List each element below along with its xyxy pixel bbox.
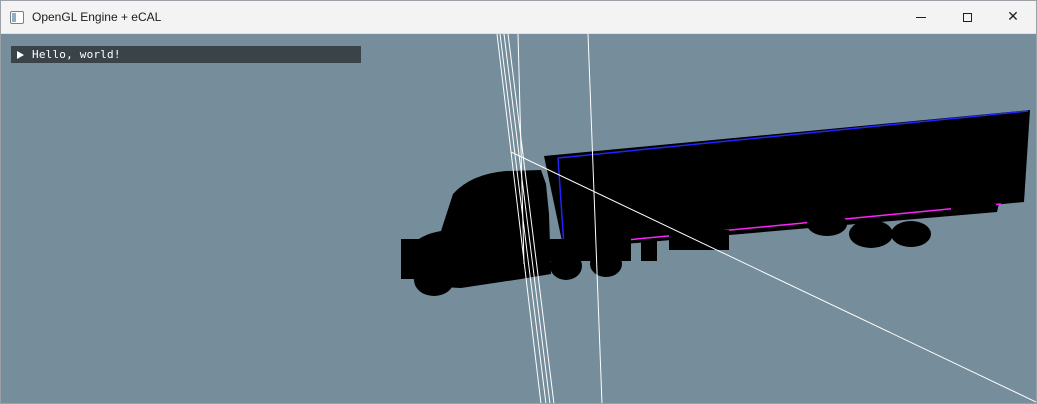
- maximize-button[interactable]: [944, 1, 990, 33]
- trailer-toolbox: [669, 230, 729, 250]
- truck-chassis: [541, 239, 631, 261]
- close-button[interactable]: ✕: [990, 1, 1036, 33]
- trailer-wheel-2: [849, 220, 893, 248]
- trailer-bumper: [951, 204, 996, 212]
- close-icon: ✕: [1007, 9, 1019, 25]
- trailer-landing-gear: [641, 239, 657, 261]
- title-bar[interactable]: OpenGL Engine + eCAL ✕: [1, 1, 1036, 34]
- app-window: OpenGL Engine + eCAL ✕ Hello, world!: [0, 0, 1037, 404]
- render-viewport[interactable]: Hello, world!: [1, 34, 1036, 403]
- minimize-button[interactable]: [898, 1, 944, 33]
- scene-canvas: [401, 34, 1036, 403]
- trailer-wheel-1: [807, 212, 847, 236]
- maximize-icon: [962, 12, 972, 22]
- expand-arrow-icon[interactable]: [17, 50, 24, 59]
- minimize-icon: [916, 16, 926, 18]
- window-controls: ✕: [898, 1, 1036, 33]
- app-window-icon: [10, 10, 24, 24]
- trailer-wheel-3: [891, 221, 931, 247]
- imgui-window-title: Hello, world!: [32, 48, 121, 61]
- window-title: OpenGL Engine + eCAL: [32, 10, 162, 24]
- imgui-window-header[interactable]: Hello, world!: [11, 46, 361, 63]
- truck-front-wheel: [414, 264, 454, 296]
